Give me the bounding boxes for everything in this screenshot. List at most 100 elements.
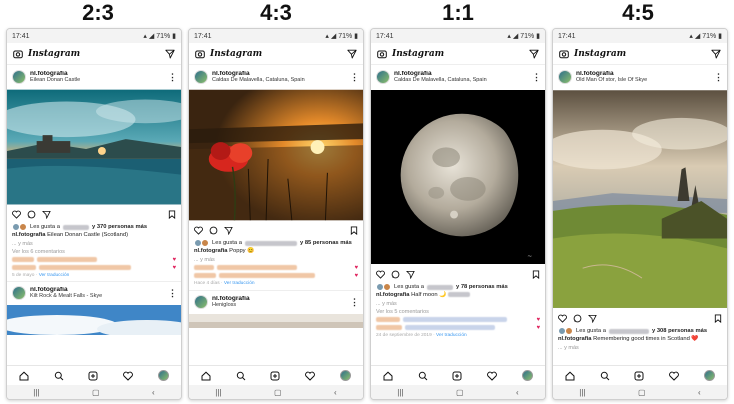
avatar[interactable] <box>194 70 208 84</box>
avatar[interactable] <box>558 70 572 84</box>
post-location[interactable]: Caldas De Malavella, Cataluna, Spain <box>394 77 528 84</box>
like-heart-icon[interactable] <box>12 210 21 219</box>
share-icon[interactable] <box>42 210 51 219</box>
share-icon[interactable] <box>224 226 233 235</box>
like-heart-icon[interactable] <box>558 314 567 323</box>
recent-apps-icon[interactable]: ||| <box>579 388 585 397</box>
recent-apps-icon[interactable]: ||| <box>215 388 221 397</box>
recent-apps-icon[interactable]: ||| <box>397 388 403 397</box>
post-location[interactable]: Caldas De Malavella, Cataluna, Spain <box>212 77 346 84</box>
direct-message-icon[interactable] <box>529 49 539 59</box>
home-button-icon[interactable]: ▢ <box>456 388 464 397</box>
caption-username[interactable]: nl.fotografia <box>376 292 410 298</box>
share-icon[interactable] <box>588 314 597 323</box>
caption-username[interactable]: nl.fotografia <box>194 248 228 254</box>
avatar[interactable] <box>376 70 390 84</box>
profile-avatar-icon[interactable] <box>703 370 715 381</box>
post-photo[interactable]: ~ <box>371 89 545 265</box>
translate-link[interactable]: Ver traducción <box>39 273 70 278</box>
comment-heart-icon[interactable]: ♥ <box>354 265 358 271</box>
caption-username[interactable]: nl.fotografia <box>558 336 592 342</box>
post-location[interactable]: Kilt Rock & Mealt Falls - Skye <box>30 293 164 300</box>
home-button-icon[interactable]: ▢ <box>274 388 282 397</box>
comments-link[interactable]: Ver los 5 comentarios <box>371 308 545 316</box>
direct-message-icon[interactable] <box>711 49 721 59</box>
likes-line[interactable]: Les gusta a y 78 personas más <box>371 283 545 291</box>
profile-avatar-icon[interactable] <box>339 370 351 381</box>
more-options-icon[interactable]: ⋮ <box>168 72 177 83</box>
more-options-icon[interactable]: ⋮ <box>350 297 359 308</box>
activity-heart-icon[interactable] <box>487 371 498 381</box>
comment-icon[interactable] <box>27 210 36 219</box>
more-options-icon[interactable]: ⋮ <box>350 72 359 83</box>
comment-icon[interactable] <box>391 270 400 279</box>
post-photo[interactable] <box>7 89 181 205</box>
likes-line[interactable]: Les gusta a y 308 personas más <box>553 327 727 335</box>
home-button-icon[interactable]: ▢ <box>638 388 646 397</box>
search-icon[interactable] <box>418 371 428 381</box>
comment-heart-icon[interactable]: ♥ <box>172 265 176 271</box>
search-icon[interactable] <box>236 371 246 381</box>
direct-message-icon[interactable] <box>165 49 175 59</box>
more-link[interactable]: ... y más <box>189 256 363 264</box>
avatar[interactable] <box>12 70 26 84</box>
back-icon[interactable]: ‹ <box>698 388 701 397</box>
bookmark-icon[interactable] <box>532 269 540 279</box>
profile-avatar-icon[interactable] <box>521 370 533 381</box>
more-options-icon[interactable]: ⋮ <box>168 288 177 299</box>
next-post-photo[interactable] <box>7 304 182 335</box>
back-icon[interactable]: ‹ <box>334 388 337 397</box>
comment-heart-icon[interactable]: ♥ <box>354 273 358 279</box>
home-button-icon[interactable]: ▢ <box>92 388 100 397</box>
post-photo[interactable] <box>189 89 363 221</box>
bookmark-icon[interactable] <box>350 225 358 235</box>
post-photo[interactable] <box>553 89 727 309</box>
search-icon[interactable] <box>600 371 610 381</box>
back-icon[interactable]: ‹ <box>516 388 519 397</box>
activity-heart-icon[interactable] <box>123 371 134 381</box>
bookmark-icon[interactable] <box>714 313 722 323</box>
caption-username[interactable]: nl.fotografia <box>12 232 46 238</box>
camera-icon[interactable] <box>559 49 569 59</box>
activity-heart-icon[interactable] <box>669 371 680 381</box>
camera-icon[interactable] <box>195 49 205 59</box>
share-icon[interactable] <box>406 270 415 279</box>
back-icon[interactable]: ‹ <box>152 388 155 397</box>
comment-heart-icon[interactable]: ♥ <box>536 325 540 331</box>
like-heart-icon[interactable] <box>376 270 385 279</box>
more-options-icon[interactable]: ⋮ <box>532 72 541 83</box>
new-post-icon[interactable] <box>634 371 644 381</box>
more-link[interactable]: ... y más <box>553 344 727 352</box>
likes-line[interactable]: Les gusta a y 370 personas más <box>7 223 181 231</box>
avatar[interactable] <box>12 286 26 301</box>
new-post-icon[interactable] <box>88 371 98 381</box>
more-options-icon[interactable]: ⋮ <box>714 72 723 83</box>
camera-icon[interactable] <box>377 49 387 59</box>
home-icon[interactable] <box>565 371 575 381</box>
comment-heart-icon[interactable]: ♥ <box>536 317 540 323</box>
comments-link[interactable]: Ver los 6 comentarios <box>7 248 181 256</box>
new-post-icon[interactable] <box>270 371 280 381</box>
translate-link[interactable]: Ver traducción <box>224 281 255 286</box>
comment-heart-icon[interactable]: ♥ <box>172 257 176 263</box>
more-link[interactable]: ... y más <box>7 240 181 248</box>
home-icon[interactable] <box>19 371 29 381</box>
likes-line[interactable]: Les gusta a y 85 personas más <box>189 239 363 247</box>
more-link[interactable]: ... y más <box>371 300 545 308</box>
translate-link[interactable]: Ver traducción <box>436 333 467 338</box>
comment-icon[interactable] <box>209 226 218 235</box>
bookmark-icon[interactable] <box>168 209 176 219</box>
profile-avatar-icon[interactable] <box>157 370 169 381</box>
activity-heart-icon[interactable] <box>305 371 316 381</box>
direct-message-icon[interactable] <box>347 49 357 59</box>
home-icon[interactable] <box>201 371 211 381</box>
post-location[interactable]: Eilean Donan Castle <box>30 77 164 84</box>
camera-icon[interactable] <box>13 49 23 59</box>
new-post-icon[interactable] <box>452 371 462 381</box>
comment-icon[interactable] <box>573 314 582 323</box>
home-icon[interactable] <box>383 371 393 381</box>
post-location[interactable]: Old Man Of stor, Isle Of Skye <box>576 77 710 84</box>
next-post-photo[interactable] <box>189 313 364 328</box>
like-heart-icon[interactable] <box>194 226 203 235</box>
avatar[interactable] <box>194 295 208 310</box>
